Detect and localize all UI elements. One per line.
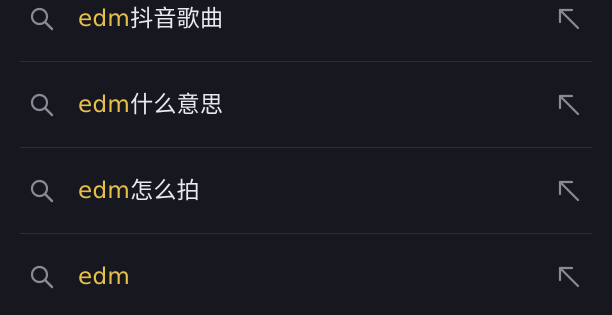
search-icon [30,179,54,203]
suggestion-query-highlight: edm [78,178,131,204]
suggestion-text: edm抖音歌曲 [78,5,223,33]
fill-query-arrow-icon[interactable] [554,262,584,292]
search-icon [30,93,54,117]
suggestion-completion: 怎么拍 [130,178,200,204]
fill-query-arrow-icon[interactable] [554,176,584,206]
suggestion-item[interactable]: edm什么意思 [0,62,612,148]
suggestion-item[interactable]: edm抖音歌曲 [0,0,612,62]
suggestion-query-highlight: edm [78,92,131,118]
suggestion-completion: 什么意思 [130,92,224,118]
suggestion-query-highlight: edm [78,6,131,32]
suggestion-text: edm什么意思 [78,91,223,119]
search-suggestion-list: edm抖音歌曲 edm什么意思 edm怎么拍 edm [0,0,612,315]
suggestion-item[interactable]: edm [0,234,612,315]
suggestion-item[interactable]: edm怎么拍 [0,148,612,234]
suggestion-query-highlight: edm [78,264,131,290]
search-icon [30,7,54,31]
fill-query-arrow-icon[interactable] [554,4,584,34]
suggestion-text: edm [78,263,130,291]
fill-query-arrow-icon[interactable] [554,90,584,120]
suggestion-text: edm怎么拍 [78,177,200,205]
search-icon [30,265,54,289]
suggestion-completion: 抖音歌曲 [130,6,224,32]
